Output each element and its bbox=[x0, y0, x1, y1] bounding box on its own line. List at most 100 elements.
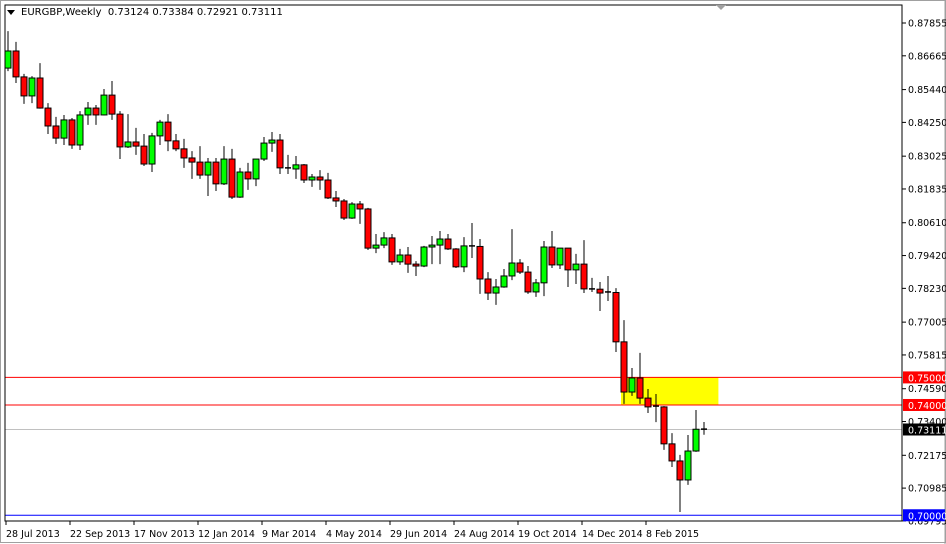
candle bbox=[348, 202, 356, 219]
candle bbox=[404, 247, 412, 273]
chart-shift-marker-icon[interactable] bbox=[716, 5, 726, 10]
candle bbox=[188, 151, 196, 179]
candle-body bbox=[156, 121, 164, 137]
candle bbox=[556, 247, 564, 270]
candle-body bbox=[356, 203, 364, 210]
candle-body bbox=[476, 245, 484, 280]
candle-body bbox=[348, 203, 356, 219]
time-tick-label: 28 Jul 2013 bbox=[6, 529, 60, 540]
candle bbox=[276, 133, 284, 174]
candle-body bbox=[116, 113, 124, 148]
price-tick-label: 0.86665 bbox=[908, 51, 946, 62]
candle-body bbox=[252, 158, 260, 180]
candle-body bbox=[660, 406, 668, 445]
candle bbox=[148, 132, 156, 173]
candle bbox=[52, 116, 60, 144]
candle bbox=[316, 170, 324, 190]
candle bbox=[300, 164, 308, 184]
candle-body bbox=[180, 148, 188, 159]
candle bbox=[564, 247, 572, 287]
candle bbox=[428, 235, 436, 265]
candle bbox=[28, 76, 36, 104]
candle bbox=[76, 111, 84, 150]
candle-body bbox=[684, 450, 692, 481]
candle-body bbox=[92, 107, 100, 116]
candle-body bbox=[364, 208, 372, 249]
price-tick-label: 0.81835 bbox=[908, 184, 946, 195]
candle-body bbox=[396, 254, 404, 263]
supply-zone-rectangle[interactable] bbox=[621, 377, 719, 405]
candle bbox=[92, 105, 100, 125]
candle bbox=[628, 368, 636, 396]
candle bbox=[260, 137, 268, 161]
candle bbox=[324, 172, 332, 200]
candle-body bbox=[212, 161, 220, 185]
price-tick-label: 0.87855 bbox=[908, 19, 946, 30]
candle bbox=[220, 146, 228, 185]
candle-body bbox=[100, 94, 108, 116]
candle-body bbox=[140, 145, 148, 165]
candle-body bbox=[636, 377, 644, 399]
candle-body bbox=[20, 76, 28, 97]
candle-body bbox=[124, 141, 132, 148]
candle bbox=[204, 157, 212, 197]
candle-body bbox=[84, 107, 92, 116]
candle bbox=[60, 114, 68, 145]
candle-body bbox=[404, 254, 412, 265]
candle-body bbox=[460, 245, 468, 268]
candle bbox=[692, 409, 700, 452]
candle-body bbox=[692, 428, 700, 452]
candle bbox=[124, 114, 132, 149]
candle-body bbox=[332, 197, 340, 202]
candle bbox=[68, 117, 76, 149]
candle-body bbox=[164, 121, 172, 142]
candle bbox=[228, 148, 236, 200]
candle bbox=[469, 223, 475, 259]
time-tick-label: 12 Jan 2014 bbox=[198, 529, 255, 540]
candle bbox=[444, 234, 452, 251]
time-tick-label: 4 May 2014 bbox=[326, 529, 382, 540]
candle bbox=[285, 154, 291, 174]
candle bbox=[412, 261, 420, 276]
candle-body bbox=[68, 119, 76, 146]
candle-body bbox=[500, 275, 508, 288]
candle-body bbox=[44, 107, 52, 127]
candle-body bbox=[380, 237, 388, 246]
candle bbox=[508, 229, 516, 281]
candle-body bbox=[556, 247, 564, 266]
chart-menu-arrow-icon[interactable] bbox=[7, 10, 15, 15]
candle bbox=[132, 127, 140, 155]
candle bbox=[500, 269, 508, 288]
candle-body bbox=[612, 291, 620, 343]
candle-body bbox=[228, 158, 236, 198]
candle-body bbox=[388, 237, 396, 263]
price-tick-label: 0.75815 bbox=[908, 350, 946, 361]
candle-body bbox=[508, 262, 516, 277]
candle-body bbox=[412, 263, 420, 267]
price-tick-label: 0.72175 bbox=[908, 451, 946, 462]
candle bbox=[589, 277, 595, 292]
chart-header: EURGBP,Weekly 0.73124 0.73384 0.72921 0.… bbox=[21, 7, 283, 18]
candle bbox=[476, 239, 484, 294]
time-tick-label: 22 Sep 2013 bbox=[70, 529, 130, 540]
time-tick-label: 14 Dec 2014 bbox=[582, 529, 643, 540]
candle bbox=[636, 352, 644, 404]
candle bbox=[140, 133, 148, 166]
candle-body bbox=[668, 443, 676, 462]
time-tick-label: 8 Feb 2015 bbox=[646, 529, 699, 540]
candle-body bbox=[132, 141, 140, 147]
candle bbox=[380, 232, 388, 249]
candle-body bbox=[516, 262, 524, 273]
candle bbox=[108, 81, 116, 120]
candle-body bbox=[220, 158, 228, 185]
candle bbox=[580, 240, 588, 294]
level-price-label: 0.70000 bbox=[908, 511, 946, 522]
candle-body bbox=[276, 139, 284, 169]
candle bbox=[172, 133, 180, 152]
candle-body bbox=[452, 248, 460, 268]
candle-body bbox=[596, 288, 604, 294]
price-chart[interactable]: 0.87855 0.86665 0.85440 0.84250 0.83025 0.818… bbox=[1, 1, 946, 544]
time-tick-label: 29 Jun 2014 bbox=[390, 529, 447, 540]
candle-body bbox=[492, 286, 500, 294]
candle-body bbox=[564, 247, 572, 271]
